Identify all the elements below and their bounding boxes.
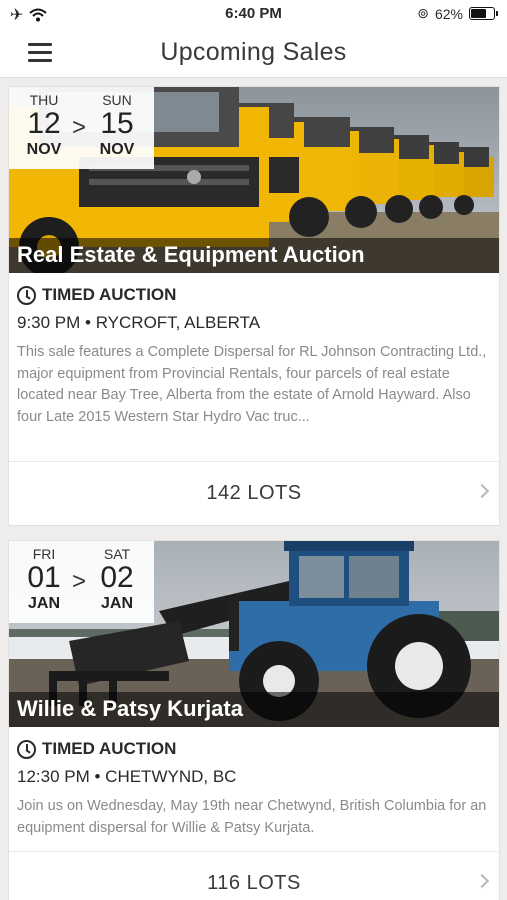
sale-description: This sale features a Complete Dispersal … [17, 344, 487, 425]
sale-description: Join us on Wednesday, May 19th near Chet… [17, 798, 487, 836]
sale-details: TIMED AUCTION 9:30 PM • RYCROFT, ALBERTA… [9, 273, 499, 428]
start-day-of-week: THU [29, 92, 59, 108]
sale-time-location: 9:30 PM • RYCROFT, ALBERTA [17, 313, 261, 332]
auction-type: TIMED AUCTION [17, 283, 491, 307]
end-day-of-week: SUN [102, 92, 132, 108]
view-lots-button[interactable]: 116 LOTS [9, 851, 499, 900]
nav-bar: Upcoming Sales [0, 28, 507, 78]
end-month: NOV [99, 141, 135, 158]
rotation-lock-icon: ⊚ [417, 5, 429, 21]
sale-title[interactable]: Willie & Patsy Kurjata [9, 692, 499, 727]
end-day-of-week: SAT [103, 546, 131, 562]
start-day: 12 [27, 107, 61, 140]
date-arrow: > [72, 114, 87, 141]
clock-icon [17, 285, 36, 305]
battery-percent: 62% [434, 5, 463, 22]
date-arrow: > [72, 568, 87, 595]
start-date: FRI 01 JAN [13, 546, 75, 613]
view-lots-button[interactable]: 142 LOTS [9, 461, 499, 525]
start-date: THU 12 NOV [13, 92, 75, 159]
sale-details: TIMED AUCTION 12:30 PM • CHETWYND, BC Jo… [9, 727, 499, 839]
clock-icon [17, 739, 36, 759]
date-range: THU 12 NOV > SUN 15 NOV [9, 87, 154, 169]
sale-hero-image[interactable]: FRI 01 JAN > SAT 02 JAN Willie & Patsy K… [9, 541, 499, 727]
start-month: NOV [26, 141, 62, 158]
sale-card[interactable]: FRI 01 JAN > SAT 02 JAN Willie & Patsy K… [8, 540, 500, 900]
start-month: JAN [27, 595, 60, 612]
end-date: SAT 02 JAN [86, 546, 148, 613]
start-day: 01 [27, 561, 61, 594]
auction-type: TIMED AUCTION [17, 737, 491, 761]
sale-hero-image[interactable]: THU 12 NOV > SUN 15 NOV Real Estate & Eq… [9, 87, 499, 273]
end-date: SUN 15 NOV [86, 92, 148, 159]
lots-count: 116 LOTS [207, 872, 301, 894]
start-day-of-week: FRI [32, 546, 56, 562]
status-bar: ✈ 6:40 PM ⊚ 62% [0, 0, 507, 28]
sale-title[interactable]: Real Estate & Equipment Auction [9, 238, 499, 273]
date-range: FRI 01 JAN > SAT 02 JAN [9, 541, 154, 623]
sale-card[interactable]: THU 12 NOV > SUN 15 NOV Real Estate & Eq… [8, 86, 500, 526]
end-month: JAN [100, 595, 133, 612]
sale-time-location: 12:30 PM • CHETWYND, BC [17, 767, 237, 786]
auction-type-label: TIMED AUCTION [42, 285, 177, 304]
end-day: 15 [100, 107, 134, 140]
battery-icon [469, 7, 498, 20]
auction-type-label: TIMED AUCTION [42, 739, 177, 758]
page-title: Upcoming Sales [160, 38, 347, 66]
status-right: ⊚ 62% [417, 5, 498, 22]
lots-count: 142 LOTS [206, 482, 302, 504]
end-day: 02 [100, 561, 134, 594]
